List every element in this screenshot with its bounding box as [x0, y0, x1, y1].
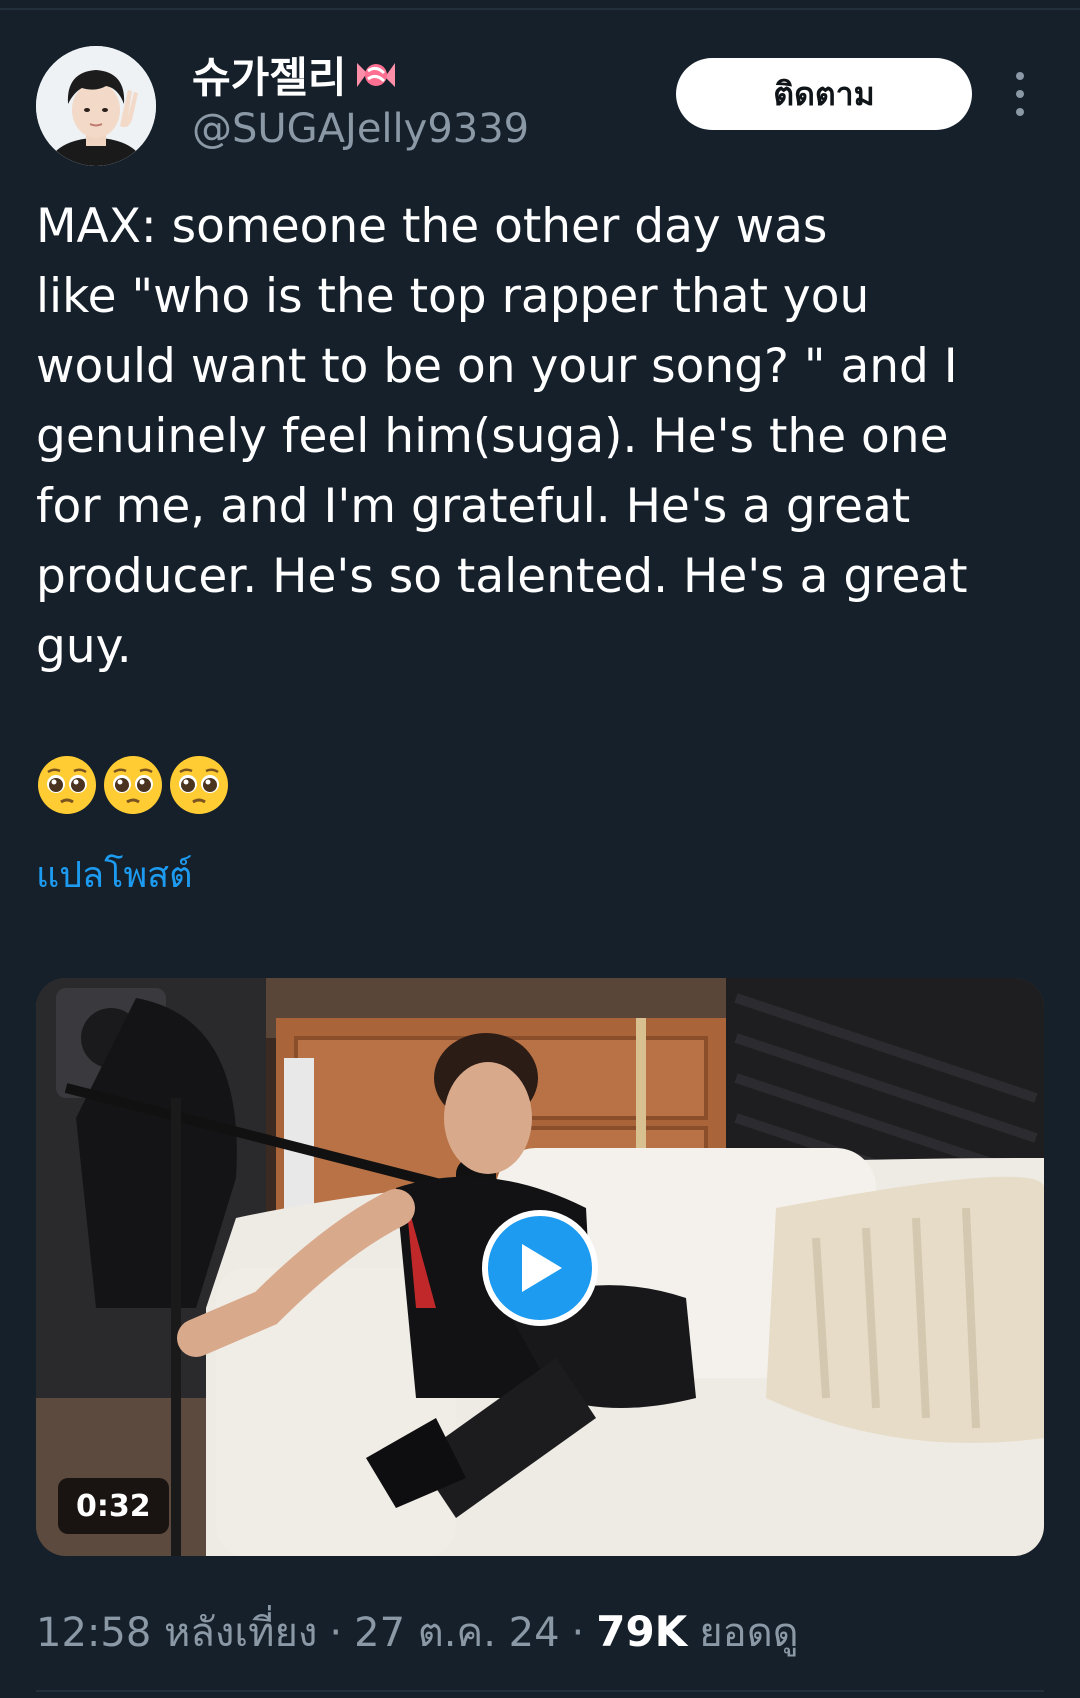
tweet-time[interactable]: 12:58 หลังเที่ยง: [36, 1600, 317, 1664]
meta-separator: ·: [571, 1610, 585, 1656]
tweet-text: MAX: someone the other day was like "who…: [36, 199, 968, 674]
display-name-text: 슈가젤리: [192, 53, 347, 102]
more-dot: [1016, 72, 1024, 80]
display-name[interactable]: 슈가젤리: [192, 44, 399, 105]
more-dot: [1016, 108, 1024, 116]
avatar-image: [36, 46, 156, 166]
play-icon: [522, 1244, 562, 1292]
play-button[interactable]: [482, 1210, 598, 1326]
views-count[interactable]: 79K: [596, 1607, 687, 1656]
video-duration-badge: 0:32: [58, 1478, 169, 1534]
pleading-face-emoji-icon: [104, 756, 162, 814]
tweet-meta: 12:58 หลังเที่ยง · 27 ต.ค. 24 · 79K ยอดด…: [36, 1600, 799, 1664]
tweet-detail-page: 슈가젤리 @SUGAJelly9339 ติดตาม MAX: someone …: [0, 0, 1080, 1698]
pleading-face-emoji-icon: [38, 756, 96, 814]
translate-post-link[interactable]: แปลโพสต์: [36, 846, 193, 903]
more-vertical-icon[interactable]: [1000, 72, 1040, 116]
bottom-divider: [36, 1690, 1044, 1692]
video-player[interactable]: 0:32: [36, 978, 1044, 1556]
more-dot: [1016, 90, 1024, 98]
meta-separator: ·: [329, 1610, 343, 1656]
views-label: ยอดดู: [699, 1610, 799, 1656]
avatar[interactable]: [36, 46, 156, 166]
top-divider: [0, 8, 1080, 10]
tweet-date[interactable]: 27 ต.ค. 24: [354, 1600, 559, 1664]
user-handle[interactable]: @SUGAJelly9339: [192, 106, 529, 152]
follow-button[interactable]: ติดตาม: [676, 58, 972, 130]
emoji-row: [36, 754, 230, 816]
pleading-face-emoji-icon: [170, 756, 228, 814]
candy-emoji-icon: [356, 62, 395, 87]
